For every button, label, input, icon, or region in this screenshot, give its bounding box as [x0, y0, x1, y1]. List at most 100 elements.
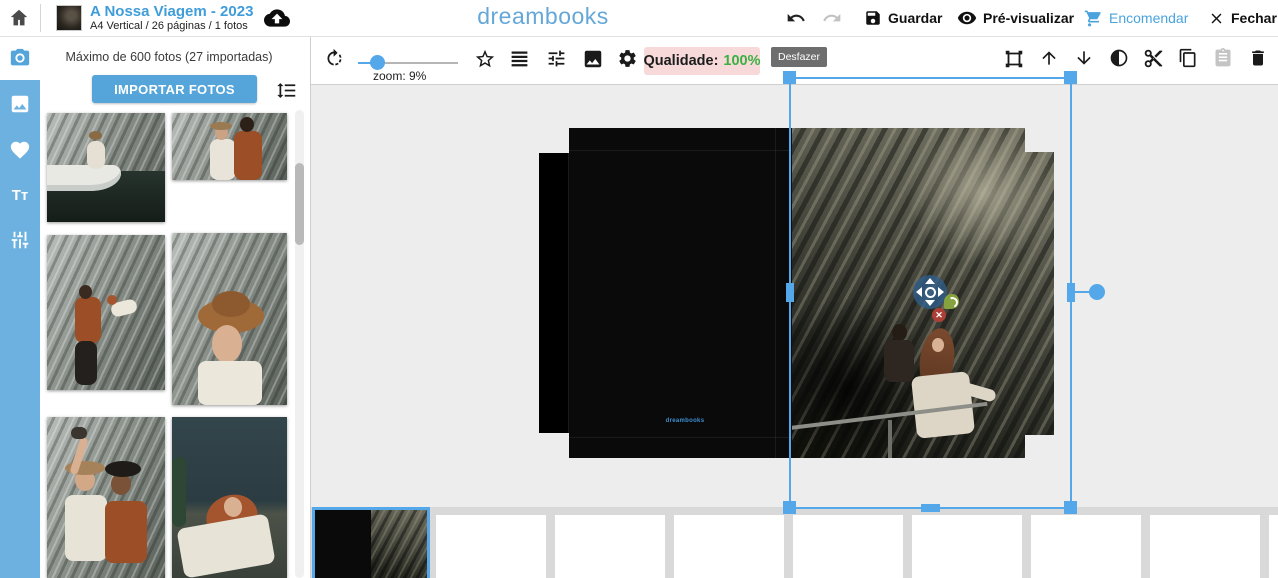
copy-button[interactable] — [1178, 48, 1198, 68]
undo-button[interactable] — [786, 8, 806, 28]
page-thumbnail[interactable] — [555, 515, 665, 578]
layouts-button[interactable] — [509, 48, 530, 69]
contrast-button[interactable] — [1109, 48, 1129, 68]
autorotate-button[interactable] — [324, 48, 345, 69]
man-sweater — [105, 501, 147, 563]
project-thumbnail[interactable] — [57, 6, 81, 30]
page-thumbnail[interactable] — [1150, 515, 1260, 578]
close-icon — [1208, 10, 1225, 27]
zoom-slider-knob[interactable] — [370, 55, 385, 70]
project-title[interactable]: A Nossa Viagem - 2023 — [90, 4, 253, 19]
back-cover-logo: dreambooks — [665, 418, 705, 424]
gear-icon — [617, 48, 638, 69]
sidebar-tab-adjustments[interactable] — [0, 218, 40, 262]
sweater — [176, 513, 275, 578]
image-icon — [9, 93, 31, 115]
import-photos-button[interactable]: IMPORTAR FOTOS — [92, 75, 257, 103]
sidebar-tab-text[interactable]: Tᴛ — [0, 173, 40, 217]
person — [87, 141, 105, 169]
pages-strip — [310, 507, 1278, 578]
selection-handle-bottom-left[interactable] — [783, 501, 796, 514]
close-button[interactable]: Fechar — [1208, 0, 1277, 36]
star-icon — [474, 48, 496, 70]
photos-panel: Máximo de 600 fotos (27 importadas) IMPO… — [40, 36, 311, 578]
order-label: Encomendar — [1109, 10, 1188, 26]
selection-handle-top-left[interactable] — [783, 71, 796, 84]
close-label: Fechar — [1231, 10, 1277, 26]
contrast-icon — [1109, 48, 1129, 68]
paste-icon — [1213, 48, 1233, 68]
photo-thumbnail-couple[interactable] — [172, 113, 287, 180]
trash-icon — [1248, 48, 1268, 68]
page-thumbnail[interactable] — [1269, 515, 1278, 578]
dreambooks-editor: A Nossa Viagem - 2023 A4 Vertical / 26 p… — [0, 0, 1278, 578]
heart-icon — [9, 139, 31, 161]
sidebar-tab-layouts[interactable] — [0, 82, 40, 126]
undo-icon — [786, 8, 806, 28]
order-button[interactable]: Encomendar — [1084, 0, 1188, 36]
cart-icon — [1084, 9, 1103, 28]
selection-handle-right-mid[interactable] — [1067, 283, 1075, 302]
cut-button[interactable] — [1143, 48, 1164, 69]
sidebar-tab-favorites[interactable] — [0, 128, 40, 172]
settings-button[interactable] — [617, 48, 638, 69]
page-thumbnail-cover-selected[interactable] — [312, 507, 430, 578]
page-thumbnail[interactable] — [912, 515, 1022, 578]
project-subtitle: A4 Vertical / 26 páginas / 1 fotos — [90, 20, 248, 32]
photo-thumbnail-hat-woman[interactable] — [172, 233, 287, 405]
preview-button[interactable]: Pré-visualizar — [957, 0, 1074, 36]
sort-photos-button[interactable] — [276, 80, 297, 101]
paste-button-disabled[interactable] — [1213, 48, 1233, 68]
resize-circle-handle[interactable] — [1089, 284, 1105, 300]
page-thumbnail[interactable] — [1031, 515, 1141, 578]
photo-move-pad[interactable] — [913, 275, 947, 309]
layouts-lines-icon — [509, 48, 530, 69]
hat — [210, 122, 232, 130]
left-sidebar: Tᴛ — [0, 36, 40, 578]
selection-handle-bottom-right[interactable] — [1064, 501, 1077, 514]
save-icon — [864, 9, 882, 27]
line-spacing-sort-icon — [276, 80, 297, 101]
cloud-upload-icon[interactable] — [262, 5, 292, 31]
text-icon: Tᴛ — [12, 187, 29, 204]
zoom-level-label: zoom: 9% — [373, 69, 463, 83]
move-down-button[interactable] — [1074, 48, 1094, 68]
sidebar-tab-photos[interactable] — [0, 36, 40, 80]
move-up-button[interactable] — [1039, 48, 1059, 68]
favorite-button[interactable] — [474, 48, 496, 70]
home-button[interactable] — [8, 7, 30, 29]
redo-button[interactable] — [822, 8, 842, 28]
scissors-icon — [1143, 48, 1164, 69]
move-down-arrow-icon — [925, 300, 935, 306]
photo-thumbnail-selfie[interactable] — [47, 417, 165, 578]
redo-icon — [822, 8, 842, 28]
photo-thumbnail-leaning-man[interactable] — [47, 235, 165, 390]
photo-rotate-badge[interactable] — [944, 294, 959, 309]
person-rust-sweater — [234, 131, 262, 180]
adjust-button[interactable] — [546, 48, 567, 69]
photo-thumbnail-lake-woman[interactable] — [172, 417, 287, 578]
man-hat — [105, 461, 141, 477]
head — [240, 117, 254, 132]
page-thumbnail[interactable] — [793, 515, 903, 578]
photo-delete-badge[interactable]: ✕ — [932, 308, 946, 322]
page-thumbnail[interactable] — [436, 515, 546, 578]
selection-handle-bottom-mid[interactable] — [921, 504, 940, 512]
quality-badge: Qualidade: 100% — [644, 47, 760, 75]
photo-thumbnail-boat[interactable] — [47, 113, 165, 222]
quality-label: Qualidade: — [643, 53, 718, 69]
hat — [89, 131, 102, 140]
crop-frame-icon — [1003, 48, 1025, 70]
selection-handle-left-mid[interactable] — [786, 283, 794, 302]
page-thumbnail[interactable] — [674, 515, 784, 578]
save-button[interactable]: Guardar — [864, 0, 942, 36]
background-image-button[interactable] — [582, 48, 604, 70]
selection-handle-top-right[interactable] — [1064, 71, 1077, 84]
panel-scrollbar-thumb[interactable] — [295, 163, 304, 245]
selection-top-edge — [789, 77, 1072, 79]
select-frame-button[interactable] — [1003, 48, 1025, 70]
delete-button[interactable] — [1248, 48, 1268, 68]
tune-vertical-icon — [9, 229, 31, 251]
sweater — [198, 361, 262, 405]
save-label: Guardar — [888, 10, 942, 26]
